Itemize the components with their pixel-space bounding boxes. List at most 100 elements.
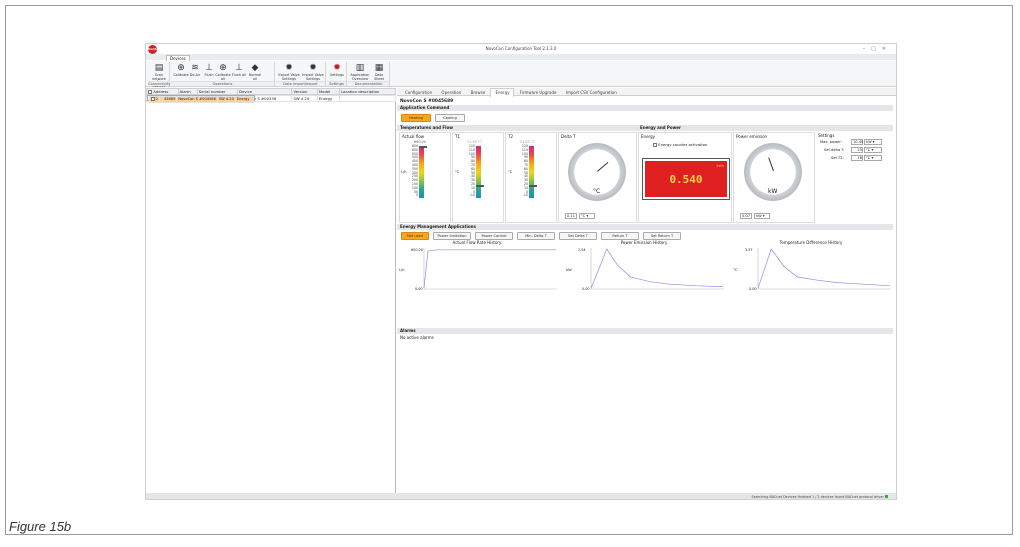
flow-bar — [419, 146, 424, 198]
chart-title: Actual Flow Rate History — [452, 240, 502, 245]
ema-not-used-button[interactable]: Not used — [401, 232, 429, 240]
power-unit-select[interactable]: kW ▾ — [754, 213, 770, 219]
section-application-command: Application Command — [397, 105, 893, 111]
delta-t-unit-select[interactable]: °C ▾ — [579, 213, 595, 219]
col-version[interactable]: Version — [291, 88, 318, 95]
t1-bar — [476, 146, 481, 198]
t1-unit: °C — [455, 170, 460, 174]
tab-browse[interactable]: Browse — [467, 89, 490, 97]
panel-title: Actual flow — [402, 134, 425, 139]
data-sheet-button[interactable]: ▦ Data Sheet — [370, 63, 388, 81]
figure-caption: Figure 15b — [9, 519, 72, 534]
export-settings-button[interactable]: ✹ Export Valve Settings — [278, 63, 300, 81]
panel-t1: T1 21.54 °C 120 110 100 90 80 70 60 50 40 30 20 10 0… — [452, 132, 504, 223]
settings-button[interactable]: ✹ Settings — [329, 63, 345, 78]
danfoss-logo: Danfoss — [148, 45, 162, 54]
flow-unit: L/h — [401, 170, 407, 174]
panel-title: Settings — [818, 133, 835, 138]
chart-title: Power Emission History — [620, 240, 668, 245]
chart-axes — [423, 248, 557, 290]
ema-power-control-button[interactable]: Power Control — [475, 232, 513, 240]
history-chart: Power Emission History kW 2.54 0.00 — [564, 240, 724, 300]
chart-series-line — [757, 248, 891, 289]
heating-button[interactable]: Heating — [401, 114, 431, 122]
tab-firmware-upgrade[interactable]: Firmware Upgrade — [516, 89, 561, 97]
t1-scale: 120 110 100 90 80 70 60 50 40 30 20 10 0 -10 — [465, 144, 475, 198]
row-checkbox[interactable] — [150, 97, 155, 101]
set-delta-unit-select[interactable]: °C ▾ — [864, 147, 882, 153]
select-all-checkbox[interactable] — [148, 90, 152, 94]
panel-title: Delta T — [561, 134, 576, 139]
chart-ybottom: 0.00 — [415, 287, 423, 291]
col-serial[interactable]: Serial number — [196, 88, 239, 95]
title-bar: Danfoss NovoCon Configuration Tool 2.1.3… — [146, 44, 896, 54]
section-energy-power: Energy and Power — [637, 125, 893, 131]
ema-power-limitation-button[interactable]: Power limitation — [433, 232, 471, 240]
delta-t-value-field: 0.11 — [565, 213, 577, 219]
tab-energy[interactable]: Energy — [490, 88, 515, 97]
panel-title: T1 — [455, 134, 460, 139]
col-device[interactable]: Device — [237, 88, 293, 95]
flush-all-button[interactable]: ⊥ Flush all — [231, 63, 247, 78]
device-table: Address Alarm Serial number Device Versi… — [146, 88, 397, 103]
ema-min-delta-t-button[interactable]: Min. Delta T — [517, 232, 555, 240]
col-address[interactable]: Address — [146, 88, 179, 95]
device-list-panel: Address Alarm Serial number Device Versi… — [146, 88, 397, 493]
panel-actual-flow: Actual flow 600 l/h 650 600 550 500 450 400 35… — [399, 132, 451, 223]
energy-counter-checkbox[interactable]: Energy counter activation — [653, 142, 707, 147]
calibrate-all-button[interactable]: ⊕ Calibrate all — [215, 63, 231, 81]
panel-title: Power emission — [736, 134, 768, 139]
table-header: Address Alarm Serial number Device Versi… — [146, 88, 397, 95]
detail-panel: Configuration Operation Browse Energy Fi… — [397, 88, 896, 493]
ema-set-return-t-button[interactable]: Set Return T — [643, 232, 681, 240]
status-bar: Searching BACnet Devices finished 1 / 2 … — [146, 493, 896, 499]
scale-tick: -10 — [469, 193, 475, 198]
col-location[interactable]: Location description — [338, 88, 397, 95]
max-power-input[interactable]: 10.45 — [851, 139, 863, 145]
energy-display-frame: kWh 0.540 — [642, 158, 730, 200]
group-label: Connectivity — [148, 81, 171, 86]
chart-ybottom: 0.00 — [749, 287, 757, 291]
t2-bar — [529, 146, 534, 198]
tab-configuration[interactable]: Configuration — [401, 89, 436, 97]
t2-unit: °C — [508, 170, 513, 174]
panel-energy: Energy Energy counter activation kWh 0.5… — [638, 132, 732, 223]
status-text: Searching BACnet Devices finished 1 / 2 … — [751, 495, 884, 499]
window-controls[interactable]: –□✕ — [863, 44, 892, 54]
section-temps-flow: Temperatures and Flow — [397, 125, 637, 131]
ema-set-delta-t-button[interactable]: Set Delta T — [559, 232, 597, 240]
ema-return-t-button[interactable]: Return T — [601, 232, 639, 240]
import-settings-button[interactable]: ✹ Import Valve Settings — [302, 63, 324, 81]
application-overview-button[interactable]: ▥ Application Overview — [350, 63, 370, 81]
t1-level-marker — [476, 185, 484, 187]
set-t2-label: Set T2: — [831, 156, 844, 160]
scale-tick: 0 — [415, 193, 418, 198]
panel-delta-t: Delta T °C 0.11 °C ▾ — [558, 132, 637, 223]
col-model[interactable]: Model — [316, 88, 340, 95]
device-title: NovoCon S #0045689 — [400, 99, 454, 104]
power-unit: kW — [768, 188, 778, 195]
table-row[interactable]: 2 45689 NovoCon S #004566 SW 4.20 Energy — [146, 95, 256, 103]
tab-import-csv[interactable]: Import CSV Configuration — [562, 89, 621, 97]
tab-operation[interactable]: Operation — [437, 89, 465, 97]
status-indicator-icon — [885, 495, 888, 498]
col-alarm[interactable]: Alarm — [177, 88, 198, 95]
flow-scale: 650 600 550 500 450 400 350 300 250 200 150 100 50 0 — [406, 144, 418, 198]
max-power-unit-select[interactable]: kW ▾ — [864, 139, 882, 145]
cooling-button[interactable]: Cooling — [435, 114, 465, 122]
chart-ytop: 600.00 — [411, 248, 423, 252]
panel-title: Energy — [641, 134, 656, 139]
delta-t-unit: °C — [593, 188, 601, 195]
window-title: NovoCon Configuration Tool 2.1.3.0 — [485, 46, 557, 51]
set-delta-input[interactable]: 25 — [851, 147, 863, 153]
normal-all-button[interactable]: ◆ Normal all — [247, 63, 263, 81]
app-window: Danfoss NovoCon Configuration Tool 2.1.3… — [145, 43, 897, 500]
alarms-text: No active alarms — [400, 335, 434, 340]
panel-power-emission: Power emission kW 0.07 kW ▾ — [733, 132, 815, 223]
chart-ybottom: 0.00 — [582, 287, 590, 291]
panel-settings: Settings Max. power: 10.45 kW ▾ Set delt… — [816, 132, 893, 223]
energy-unit: kWh — [716, 164, 724, 168]
set-t2-input[interactable]: 18 — [851, 155, 863, 161]
ribbon-tab-row — [146, 54, 896, 60]
set-t2-unit-select[interactable]: °C ▾ — [864, 155, 882, 161]
